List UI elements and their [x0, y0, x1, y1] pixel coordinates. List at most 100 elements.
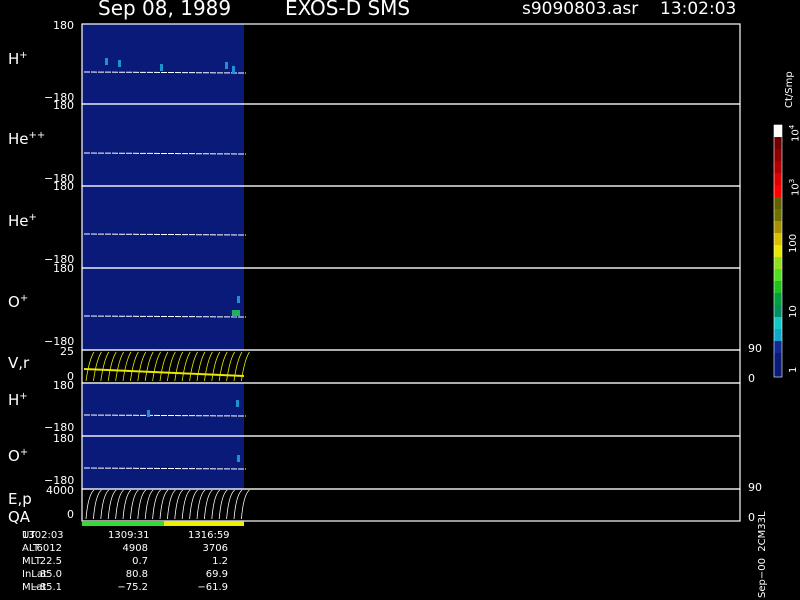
- panel-label-o-plus: O+: [8, 293, 29, 311]
- colorbar-cell-1: [774, 137, 782, 150]
- velocity-sweep-4: [115, 351, 124, 382]
- velocity-sweep-9: [152, 351, 161, 382]
- panel-label-qa: QA: [8, 508, 31, 526]
- footer-value: −85.1: [31, 582, 62, 593]
- spectrogram-h-plus-2: [82, 383, 244, 436]
- right-max-energy: 90: [748, 481, 762, 494]
- y-max-he-plus: 180: [53, 180, 74, 193]
- spectrogram-plot: [81, 23, 783, 526]
- velocity-sweep-16: [204, 351, 213, 382]
- colorbar-label-10: 10: [788, 305, 799, 318]
- velocity-sweep-5: [122, 351, 132, 382]
- panel-frame-velocity: [81, 349, 741, 384]
- energy-sweep-1: [93, 489, 102, 520]
- qa-bar-good: [82, 521, 164, 526]
- energy-sweep-9: [152, 489, 161, 520]
- footer-value: 4908: [122, 543, 148, 554]
- energy-sweep-16: [204, 489, 213, 520]
- colorbar-cell-0: [774, 125, 782, 138]
- velocity-sweep-3: [107, 351, 117, 382]
- footer-value: −75.2: [117, 582, 148, 593]
- velocity-sweep-12: [174, 351, 184, 382]
- colorbar-cell-3: [774, 161, 782, 174]
- energy-sweep-12: [174, 489, 184, 520]
- qa-bar-warn: [164, 521, 244, 526]
- energy-sweep-20: [233, 489, 243, 520]
- colorbar-cell-12: [774, 269, 782, 282]
- speckle-5: [237, 296, 240, 303]
- footer-value: 85.0: [39, 569, 62, 580]
- right-max-velocity: 90: [748, 342, 762, 355]
- y-min-energy: 0: [67, 508, 74, 521]
- energy-sweep-4: [115, 489, 124, 520]
- colorbar-cell-6: [774, 197, 782, 210]
- energy-sweep-13: [181, 489, 191, 520]
- speckle-4: [232, 66, 235, 73]
- footer-value: 1316:59: [188, 530, 230, 541]
- velocity-sweep-1: [93, 351, 102, 382]
- footer-value: −61.9: [197, 582, 228, 593]
- velocity-sweep-14: [189, 351, 198, 382]
- footer-value: 3706: [202, 543, 228, 554]
- colorbar-cell-18: [774, 341, 782, 354]
- footer-value: 6012: [36, 543, 62, 554]
- energy-sweep-5: [122, 489, 132, 520]
- energy-sweep-2: [100, 489, 110, 520]
- colorbar-cell-17: [774, 329, 782, 342]
- panel-frame-energy: [81, 488, 741, 522]
- panel-label-h-plus: H+: [8, 50, 28, 68]
- footer-value: 80.8: [125, 569, 148, 580]
- speckle-3: [225, 62, 228, 69]
- energy-sweep-10: [159, 489, 169, 520]
- energy-sweep-18: [218, 489, 228, 520]
- speckle-7: [236, 400, 239, 407]
- side-note: Sep−00 2CM33L: [757, 511, 768, 598]
- footer-value: 69.9: [205, 569, 228, 580]
- speckle-green: [232, 310, 240, 316]
- velocity-sweep-0: [85, 351, 95, 382]
- velocity-sweep-13: [181, 351, 191, 382]
- panel-label-energy: E,p: [8, 490, 32, 508]
- footer-value: 0.7: [132, 556, 148, 567]
- colorbar-label-10000: 104: [788, 124, 800, 142]
- velocity-trace: [83, 368, 245, 377]
- footer-value: 1.2: [212, 556, 228, 567]
- footer-value: 1309:31: [108, 530, 150, 541]
- speckle-0: [105, 58, 108, 65]
- speckle-2: [160, 64, 163, 71]
- colorbar-cell-7: [774, 209, 782, 222]
- colorbar-cell-14: [774, 293, 782, 306]
- spectrogram-o-plus-2: [82, 436, 244, 489]
- energy-sweep-19: [226, 489, 235, 520]
- y-max-he-plus-plus: 180: [53, 99, 74, 112]
- footer-value: 22.5: [39, 556, 62, 567]
- energy-sweep-0: [85, 489, 95, 520]
- velocity-sweep-6: [130, 351, 139, 382]
- energy-sweep-7: [137, 489, 147, 520]
- colorbar-label-1000: 103: [788, 178, 800, 196]
- velocity-sweep-19: [226, 351, 235, 382]
- colorbar-cell-20: [774, 365, 782, 378]
- colorbar-cell-2: [774, 149, 782, 162]
- panel-label-velocity: V,r: [8, 354, 30, 372]
- velocity-sweep-18: [218, 351, 228, 382]
- colorbar-unit: Ct/Smp: [784, 71, 795, 108]
- speckle-8: [237, 455, 240, 462]
- velocity-sweep-11: [167, 351, 176, 382]
- energy-sweep-8: [144, 489, 154, 520]
- energy-sweep-17: [211, 489, 221, 520]
- energy-sweep-15: [196, 489, 206, 520]
- energy-sweep-14: [189, 489, 198, 520]
- spectrogram-he-plus: [82, 186, 244, 268]
- energy-sweep-3: [107, 489, 117, 520]
- energy-sweep-11: [167, 489, 176, 520]
- velocity-sweep-10: [159, 351, 169, 382]
- colorbar-cell-16: [774, 317, 782, 330]
- y-max-o-plus-2: 180: [53, 432, 74, 445]
- footer-value: 1302:03: [22, 530, 64, 541]
- colorbar-label-1: 1: [788, 366, 799, 373]
- colorbar-cell-5: [774, 185, 782, 198]
- panel-label-he-plus: He+: [8, 212, 37, 230]
- spectrogram-he-plus-plus: [82, 104, 244, 186]
- colorbar-cell-8: [774, 221, 782, 234]
